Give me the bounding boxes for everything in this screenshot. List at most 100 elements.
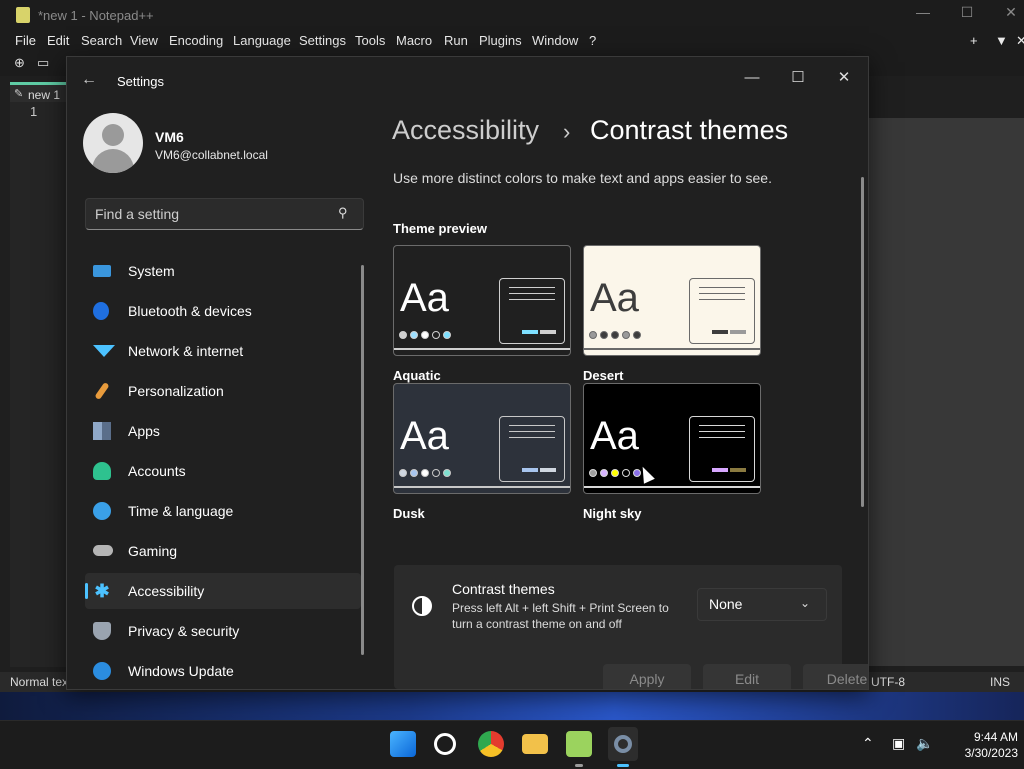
network-icon[interactable]: ▣ xyxy=(892,735,905,752)
notepadpp-taskbar-icon[interactable] xyxy=(566,731,592,757)
color-dot xyxy=(600,469,608,477)
color-dot xyxy=(432,331,440,339)
menu-window[interactable]: Window xyxy=(532,33,578,48)
contrast-theme-select[interactable]: None ⌄ xyxy=(697,588,827,621)
edit-button[interactable]: Edit xyxy=(703,664,791,689)
color-dot xyxy=(622,469,630,477)
avatar-head xyxy=(102,124,124,146)
search-input[interactable]: Find a setting ⚲ xyxy=(85,198,364,230)
sidebar-item-label: Personalization xyxy=(128,383,224,399)
file-explorer-icon[interactable] xyxy=(522,734,548,754)
theme-card-aquatic[interactable]: Aa xyxy=(393,245,571,356)
theme-sample-text: Aa xyxy=(400,276,449,320)
menu-tools[interactable]: Tools xyxy=(355,33,385,48)
sidebar-item-apps[interactable]: Apps xyxy=(85,413,361,449)
chrome-icon[interactable] xyxy=(478,731,504,757)
clock-globe-icon xyxy=(93,502,111,520)
menu-help[interactable]: ? xyxy=(589,33,596,48)
maximize-icon[interactable]: ☐ xyxy=(952,4,982,21)
gear-icon xyxy=(614,735,632,753)
color-dot xyxy=(633,331,641,339)
settings-close-icon[interactable]: ✕ xyxy=(822,65,866,91)
notepad-titlebar[interactable]: *new 1 - Notepad++ — ☐ ✕ xyxy=(0,0,1024,30)
search-taskbar-icon[interactable] xyxy=(434,733,456,755)
contrast-themes-title: Contrast themes xyxy=(452,581,555,597)
delete-button[interactable]: Delete xyxy=(803,664,868,689)
menu-plugins[interactable]: Plugins xyxy=(479,33,522,48)
chevron-up-icon[interactable]: ⌃ xyxy=(862,735,874,752)
apply-button[interactable]: Apply xyxy=(603,664,691,689)
theme-sample-text: Aa xyxy=(400,414,449,458)
back-arrow-icon[interactable]: ← xyxy=(81,71,97,89)
person-icon xyxy=(93,462,111,480)
sidebar-item-label: Gaming xyxy=(128,543,178,559)
content-scrollbar[interactable] xyxy=(861,177,864,507)
sidebar-item-gaming[interactable]: Gaming xyxy=(85,533,361,569)
avatar[interactable] xyxy=(83,113,143,173)
avatar-body xyxy=(92,149,134,173)
open-file-icon[interactable]: ▭ xyxy=(37,55,49,71)
color-dot xyxy=(399,331,407,339)
close-tab-icon[interactable]: ✕ xyxy=(1016,33,1024,49)
sidebar-scrollbar[interactable] xyxy=(361,265,364,655)
theme-card-desert[interactable]: Aa xyxy=(583,245,761,356)
menu-language[interactable]: Language xyxy=(233,33,291,48)
menu-settings[interactable]: Settings xyxy=(299,33,346,48)
taskbar-clock[interactable]: 9:44 AM 3/30/2023 xyxy=(938,729,1018,761)
breadcrumb-parent[interactable]: Accessibility xyxy=(392,115,539,146)
sidebar-item-system[interactable]: System xyxy=(85,253,361,289)
new-tab-icon[interactable]: + xyxy=(970,33,978,48)
notepad-menubar: File Edit Search View Encoding Language … xyxy=(0,30,1024,52)
start-windows-icon[interactable] xyxy=(390,731,416,757)
sidebar-item-label: Privacy & security xyxy=(128,623,240,639)
sidebar-item-windows-update[interactable]: Windows Update xyxy=(85,653,361,689)
desktop-wallpaper xyxy=(0,690,1024,720)
status-encoding: UTF-8 xyxy=(871,675,905,689)
theme-label-night-sky: Night sky xyxy=(583,506,642,521)
sidebar-item-label: Apps xyxy=(128,423,160,439)
menu-run[interactable]: Run xyxy=(444,33,468,48)
contrast-theme-selected: None xyxy=(709,596,743,612)
sidebar-item-privacy[interactable]: Privacy & security xyxy=(85,613,361,649)
gamepad-icon xyxy=(93,545,113,556)
taskbar: ⌃ ▣ 🔈 9:44 AM 3/30/2023 xyxy=(0,720,1024,769)
color-dot xyxy=(443,469,451,477)
theme-preview-heading: Theme preview xyxy=(393,221,487,236)
sidebar-item-time-language[interactable]: Time & language xyxy=(85,493,361,529)
brush-icon xyxy=(94,381,110,401)
menu-view[interactable]: View xyxy=(130,33,158,48)
sidebar-item-bluetooth[interactable]: Bluetooth & devices xyxy=(85,293,361,329)
editor-area[interactable] xyxy=(868,118,1024,666)
sidebar-item-personalization[interactable]: Personalization xyxy=(85,373,361,409)
sidebar-item-network[interactable]: Network & internet xyxy=(85,333,361,369)
settings-minimize-icon[interactable]: — xyxy=(730,65,774,91)
tab-list-icon[interactable]: ▼ xyxy=(995,33,1008,48)
theme-card-night-sky[interactable]: Aa xyxy=(583,383,761,494)
user-email: VM6@collabnet.local xyxy=(155,148,268,162)
theme-color-dots xyxy=(589,464,644,482)
shield-icon xyxy=(93,622,111,640)
bluetooth-icon xyxy=(93,302,109,320)
minimize-icon[interactable]: — xyxy=(908,4,938,20)
line-number: 1 xyxy=(30,104,38,119)
settings-maximize-icon[interactable]: ☐ xyxy=(776,65,820,91)
theme-window-preview xyxy=(499,278,565,344)
menu-macro[interactable]: Macro xyxy=(396,33,432,48)
color-dot xyxy=(589,469,597,477)
theme-bottom-line xyxy=(584,486,760,488)
volume-icon[interactable]: 🔈 xyxy=(916,735,933,752)
settings-taskbar-button[interactable] xyxy=(608,727,638,761)
new-file-icon[interactable]: ⊕ xyxy=(14,55,25,71)
close-icon[interactable]: ✕ xyxy=(996,4,1024,21)
menu-edit[interactable]: Edit xyxy=(47,33,69,48)
color-dot xyxy=(589,331,597,339)
sidebar-item-accounts[interactable]: Accounts xyxy=(85,453,361,489)
menu-encoding[interactable]: Encoding xyxy=(169,33,223,48)
theme-label-dusk: Dusk xyxy=(393,506,425,521)
theme-window-preview xyxy=(499,416,565,482)
theme-card-dusk[interactable]: Aa xyxy=(393,383,571,494)
color-dot xyxy=(600,331,608,339)
sidebar-item-accessibility[interactable]: ✱ Accessibility xyxy=(85,573,361,609)
menu-search[interactable]: Search xyxy=(81,33,122,48)
menu-file[interactable]: File xyxy=(15,33,36,48)
